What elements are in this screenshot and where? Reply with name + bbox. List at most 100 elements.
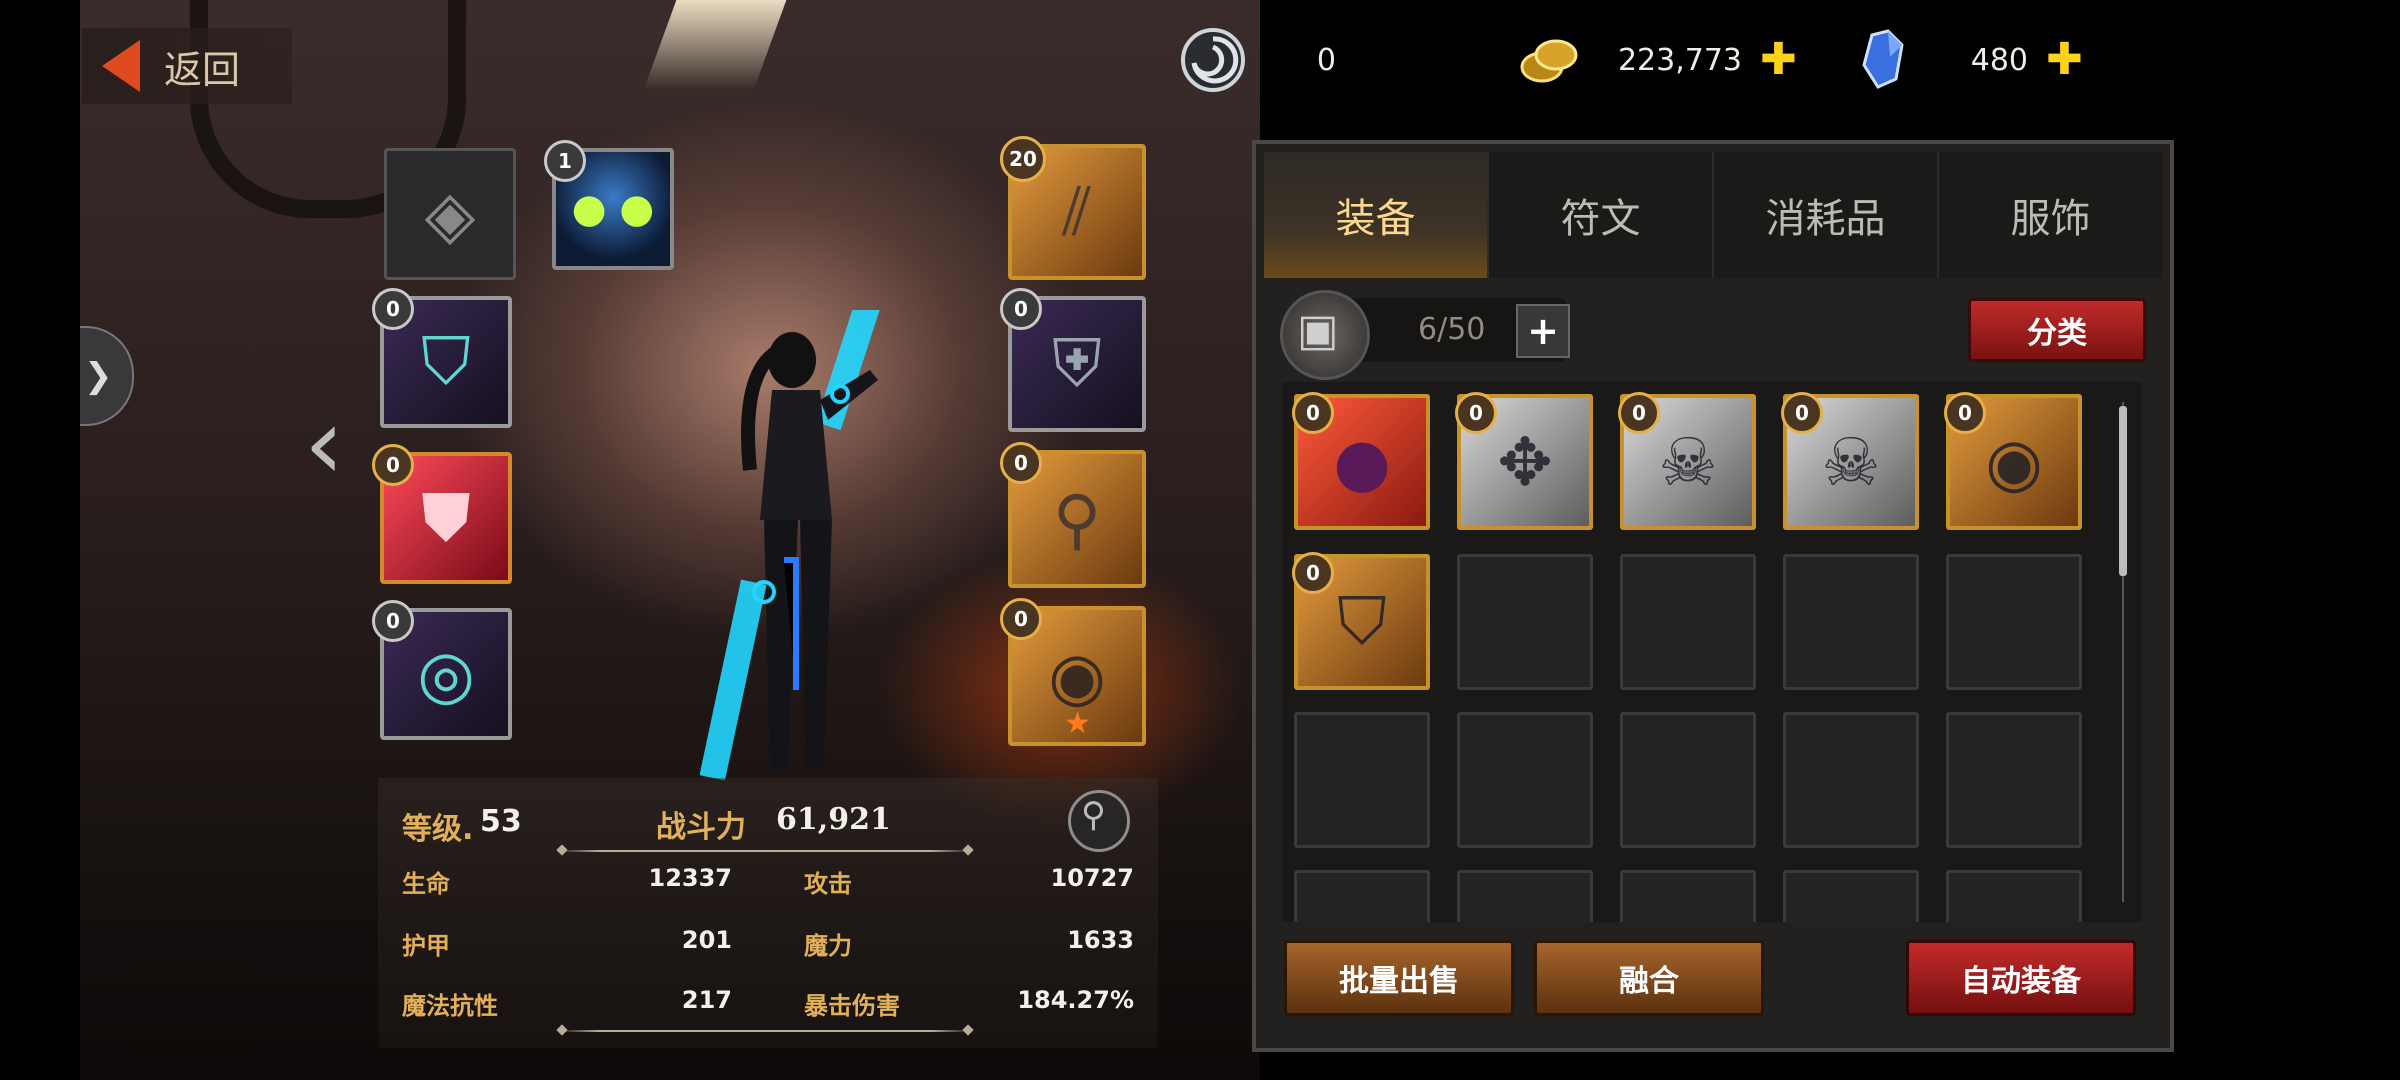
- stats-divider-bottom: [558, 1030, 972, 1032]
- crystal-value: 480: [1970, 42, 2028, 78]
- attack-label: 攻击: [804, 870, 852, 898]
- currency-crystal: 480 ✚: [1852, 24, 2083, 96]
- add-crystal-button[interactable]: ✚: [2046, 38, 2083, 82]
- empty-slot[interactable]: [1946, 870, 2082, 922]
- item-level-badge: 0: [1781, 392, 1823, 434]
- slot-level-badge: 0: [372, 600, 414, 642]
- crit-damage-value: 184.27%: [1017, 986, 1134, 1014]
- crit-damage-label: 暴击伤害: [804, 992, 900, 1020]
- slot-level-badge: 0: [372, 444, 414, 486]
- empty-slot[interactable]: [1294, 870, 1430, 922]
- add-gold-button[interactable]: ✚: [1760, 38, 1797, 82]
- back-button[interactable]: 返回: [82, 28, 292, 104]
- empty-slot[interactable]: [1783, 554, 1919, 690]
- previous-hero-icon[interactable]: ‹: [304, 384, 368, 504]
- bulk-sell-button[interactable]: 批量出售: [1284, 940, 1514, 1016]
- combat-power-value: 61,921: [776, 802, 891, 837]
- inventory-item[interactable]: 0 ☠: [1781, 392, 1919, 530]
- expand-capacity-button[interactable]: +: [1516, 304, 1570, 358]
- empty-slot[interactable]: [1783, 712, 1919, 848]
- capacity-text: 6/50: [1418, 312, 1486, 347]
- slot-level-badge: 0: [1000, 288, 1042, 330]
- level-label: 等级.: [402, 812, 474, 847]
- inventory-item[interactable]: 0 ◉: [1944, 392, 2082, 530]
- empty-slot[interactable]: [1946, 554, 2082, 690]
- inventory-scrollbar[interactable]: [2118, 392, 2128, 912]
- light-beam: [643, 0, 787, 90]
- spiral-token-icon: [1181, 28, 1245, 92]
- magic-power-value: 1633: [1067, 926, 1134, 954]
- helmet-slot[interactable]: 0 ⛉: [372, 288, 512, 428]
- stat-details-button[interactable]: ⚲: [1068, 790, 1130, 852]
- pet-slot[interactable]: 1 ● ●: [544, 140, 674, 270]
- inventory-grid: 0 ● 0 ✥ 0 ☠ 0 ☠ 0 ◉ 0 ⛉: [1282, 382, 2142, 922]
- hp-value: 12337: [648, 864, 733, 892]
- magnifier-icon: ⚲: [1081, 795, 1106, 835]
- shoulder-slot[interactable]: 0 ⛨: [1000, 288, 1146, 432]
- boots-slot[interactable]: 0 ⚲: [1000, 442, 1146, 588]
- ring-slot[interactable]: 0 ◉ ★: [1000, 598, 1146, 746]
- mask-icon: ◈: [424, 175, 476, 253]
- currency-spiral: 0: [1180, 24, 1380, 96]
- level-value: 53: [480, 804, 522, 839]
- back-arrow-icon: [102, 40, 140, 92]
- inventory-item[interactable]: 0 ●: [1292, 392, 1430, 530]
- hero-character: [700, 310, 903, 780]
- sort-button[interactable]: 分类: [1968, 298, 2146, 362]
- belt-slot[interactable]: 0 ◎: [372, 600, 512, 740]
- gold-value: 223,773: [1617, 42, 1742, 78]
- item-level-badge: 0: [1292, 392, 1334, 434]
- left-letterbox: [0, 0, 80, 1080]
- tab-runes[interactable]: 符文: [1489, 152, 1714, 278]
- empty-slot[interactable]: [1620, 712, 1756, 848]
- slot-level-badge: 20: [1000, 136, 1046, 182]
- empty-slot[interactable]: [1294, 712, 1430, 848]
- armor-label: 护甲: [402, 932, 450, 960]
- magic-resist-label: 魔法抗性: [402, 992, 498, 1020]
- empty-slot[interactable]: [1457, 870, 1593, 922]
- back-label: 返回: [164, 47, 241, 92]
- merge-button[interactable]: 融合: [1534, 940, 1764, 1016]
- item-level-badge: 0: [1944, 392, 1986, 434]
- spiral-token-value: 0: [1316, 42, 1336, 78]
- blue-crystal-icon: [1862, 29, 1904, 89]
- item-level-badge: 0: [1292, 552, 1334, 594]
- chest-icon: ▣: [1280, 290, 1370, 380]
- auto-equip-button[interactable]: 自动装备: [1906, 940, 2136, 1016]
- tab-costumes[interactable]: 服饰: [1939, 152, 2162, 278]
- mask-slot[interactable]: ◈: [384, 148, 516, 280]
- pet-level-badge: 1: [544, 140, 586, 182]
- hp-label: 生命: [402, 870, 450, 898]
- slot-level-badge: 0: [1000, 442, 1042, 484]
- slot-level-badge: 0: [372, 288, 414, 330]
- combat-power-label: 战斗力: [656, 810, 746, 845]
- weapon-slot[interactable]: 20 ⫽: [1000, 136, 1146, 280]
- chevron-right-icon: ❯: [84, 356, 113, 396]
- scrollbar-thumb[interactable]: [2119, 406, 2127, 576]
- star-icon: ★: [1064, 706, 1091, 741]
- slot-level-badge: 0: [1000, 598, 1042, 640]
- empty-slot[interactable]: [1620, 554, 1756, 690]
- inventory-item[interactable]: 0 ✥: [1455, 392, 1593, 530]
- magic-power-label: 魔力: [804, 932, 852, 960]
- empty-slot[interactable]: [1783, 870, 1919, 922]
- empty-slot[interactable]: [1457, 554, 1593, 690]
- inventory-item[interactable]: 0 ⛉: [1292, 552, 1430, 690]
- attack-value: 10727: [1050, 864, 1135, 892]
- tab-equipment[interactable]: 装备: [1264, 152, 1489, 278]
- empty-slot[interactable]: [1946, 712, 2082, 848]
- empty-slot[interactable]: [1457, 712, 1593, 848]
- armor-value: 201: [681, 926, 732, 954]
- item-level-badge: 0: [1618, 392, 1660, 434]
- stats-divider-top: [558, 850, 972, 852]
- empty-slot[interactable]: [1620, 870, 1756, 922]
- gold-coins-icon: [1520, 39, 1578, 83]
- inventory-item[interactable]: 0 ☠: [1618, 392, 1756, 530]
- armor-slot[interactable]: 0 ⛊: [372, 444, 512, 584]
- item-level-badge: 0: [1455, 392, 1497, 434]
- tab-consumables[interactable]: 消耗品: [1714, 152, 1939, 278]
- inventory-tabs: 装备 符文 消耗品 服饰: [1264, 152, 2162, 278]
- magic-resist-value: 217: [681, 986, 732, 1014]
- inventory-panel: 装备 符文 消耗品 服饰 6/50 ▣ + 分类 0 ● 0 ✥ 0 ☠ 0 ☠…: [1252, 140, 2174, 1052]
- currency-gold: 223,773 ✚: [1516, 24, 1797, 96]
